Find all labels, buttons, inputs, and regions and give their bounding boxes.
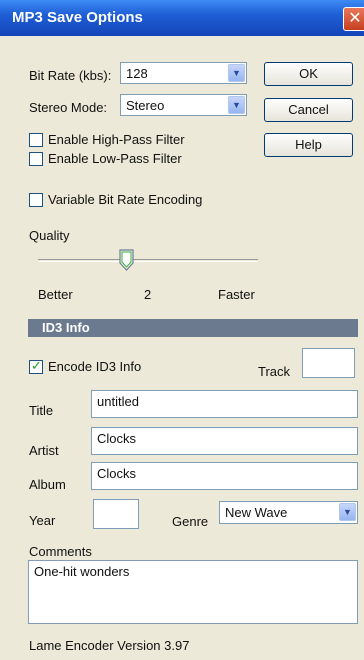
track-label: Track xyxy=(258,364,291,379)
album-label: Album xyxy=(29,477,66,492)
close-icon: ✕ xyxy=(348,10,362,27)
vbr-label: Variable Bit Rate Encoding xyxy=(48,192,203,207)
bitrate-select[interactable]: 128 ▼ xyxy=(120,62,247,84)
help-button[interactable]: Help xyxy=(264,133,353,157)
quality-better-label: Better xyxy=(38,287,73,302)
window-title: MP3 Save Options xyxy=(12,9,143,26)
comments-textarea[interactable]: One-hit wonders xyxy=(28,560,358,624)
lowpass-label: Enable Low-Pass Filter xyxy=(48,151,182,166)
id3-section-title: ID3 Info xyxy=(42,320,90,335)
encode-id3-checkbox[interactable] xyxy=(29,358,43,374)
quality-faster-label: Faster xyxy=(218,287,255,302)
vbr-checkbox[interactable] xyxy=(29,193,43,207)
title-label: Title xyxy=(29,403,54,418)
quality-value: 2 xyxy=(144,287,152,302)
genre-value: New Wave xyxy=(225,505,288,520)
id3-section-header: ID3 Info xyxy=(28,319,358,337)
encoder-version-text: Lame Encoder Version 3.97 xyxy=(29,638,190,653)
chevron-down-icon[interactable]: ▼ xyxy=(228,96,245,114)
quality-slider-track[interactable] xyxy=(38,259,258,262)
stereo-mode-select[interactable]: Stereo ▼ xyxy=(120,94,247,116)
album-value: Clocks xyxy=(97,466,137,481)
ok-button[interactable]: OK xyxy=(264,62,353,86)
chevron-down-icon[interactable]: ▼ xyxy=(228,64,245,82)
bitrate-value: 128 xyxy=(126,66,148,81)
title-value: untitled xyxy=(97,394,139,409)
highpass-checkbox[interactable] xyxy=(29,133,43,147)
highpass-label: Enable High-Pass Filter xyxy=(48,132,185,147)
stereo-mode-label: Stereo Mode: xyxy=(29,100,108,115)
artist-label: Artist xyxy=(29,443,59,458)
year-label: Year xyxy=(29,513,56,528)
chevron-down-icon[interactable]: ▼ xyxy=(339,503,356,521)
album-input[interactable]: Clocks xyxy=(91,462,358,490)
genre-label: Genre xyxy=(172,514,209,529)
track-input[interactable] xyxy=(302,348,355,378)
year-input[interactable] xyxy=(93,499,139,529)
cancel-button[interactable]: Cancel xyxy=(264,98,353,122)
close-button[interactable]: ✕ xyxy=(343,7,364,31)
encode-id3-label: Encode ID3 Info xyxy=(48,359,142,374)
genre-select[interactable]: New Wave ▼ xyxy=(219,501,358,524)
artist-input[interactable]: Clocks xyxy=(91,427,358,455)
comments-value: One-hit wonders xyxy=(34,564,130,579)
lowpass-checkbox[interactable] xyxy=(29,152,43,166)
comments-label: Comments xyxy=(29,544,92,559)
stereo-mode-value: Stereo xyxy=(126,98,165,113)
mp3-save-options-dialog: MP3 Save Options ✕ Bit Rate (kbs): 128 ▼… xyxy=(0,0,364,660)
quality-slider-thumb[interactable] xyxy=(119,249,134,271)
artist-value: Clocks xyxy=(97,431,137,446)
quality-label: Quality xyxy=(29,228,70,243)
title-bar: MP3 Save Options ✕ xyxy=(0,0,364,36)
title-input[interactable]: untitled xyxy=(91,390,358,418)
bitrate-label: Bit Rate (kbs): xyxy=(29,68,112,83)
